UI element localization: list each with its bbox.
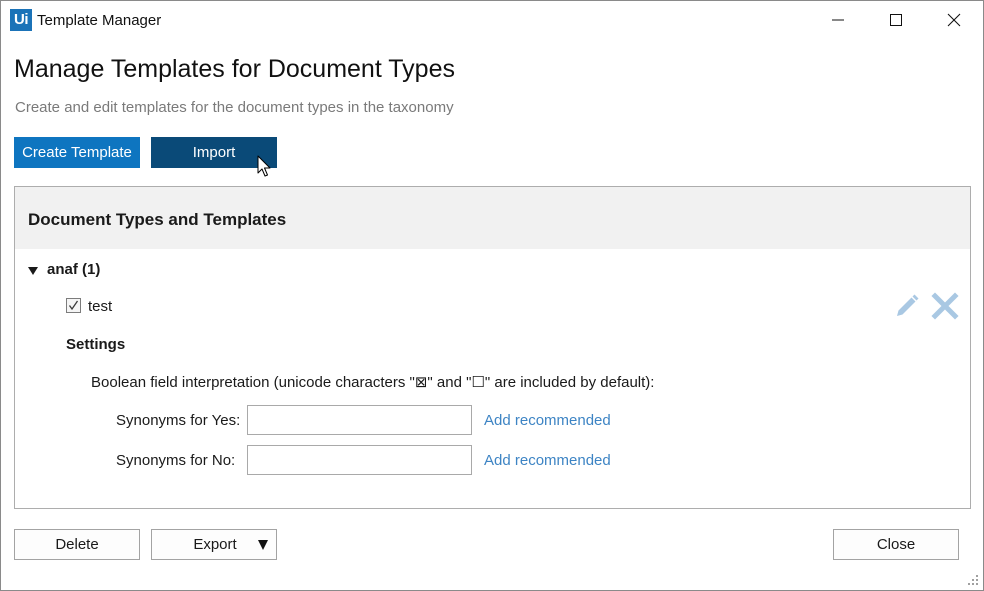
- settings-heading: Settings: [66, 336, 126, 353]
- resize-grip-icon[interactable]: [967, 574, 979, 586]
- title-bar: Ui Template Manager: [1, 1, 983, 39]
- add-recommended-yes-link[interactable]: Add recommended: [484, 412, 611, 429]
- document-types-panel: Document Types and Templates anaf (1) te…: [14, 186, 971, 509]
- delete-button[interactable]: Delete: [14, 529, 140, 560]
- minimize-icon: [832, 19, 844, 21]
- checkmark-icon: [68, 300, 79, 311]
- create-template-button[interactable]: Create Template: [14, 137, 140, 168]
- close-icon: [947, 13, 961, 27]
- collapse-arrow-icon[interactable]: [27, 265, 39, 277]
- window-close-button[interactable]: [925, 1, 983, 39]
- panel-title: Document Types and Templates: [28, 210, 287, 229]
- page-title: Manage Templates for Document Types: [14, 55, 455, 83]
- template-checkbox[interactable]: [66, 298, 81, 313]
- panel-header: Document Types and Templates: [15, 187, 970, 249]
- dropdown-arrow-icon: [258, 540, 268, 550]
- doc-type-node[interactable]: anaf (1): [47, 261, 100, 278]
- close-button[interactable]: Close: [833, 529, 959, 560]
- boolean-interpretation-label: Boolean field interpretation (unicode ch…: [91, 374, 655, 391]
- maximize-button[interactable]: [867, 1, 925, 39]
- page-subtitle: Create and edit templates for the docume…: [15, 99, 454, 116]
- app-logo: Ui: [10, 9, 32, 31]
- export-button[interactable]: Export: [151, 529, 277, 560]
- add-recommended-no-link[interactable]: Add recommended: [484, 452, 611, 469]
- minimize-button[interactable]: [809, 1, 867, 39]
- mouse-cursor-icon: [257, 155, 271, 177]
- synonyms-no-label: Synonyms for No:: [116, 452, 236, 469]
- maximize-icon: [890, 14, 902, 26]
- synonyms-no-input[interactable]: [247, 445, 472, 475]
- window-title: Template Manager: [37, 12, 162, 29]
- template-name[interactable]: test: [88, 298, 112, 315]
- synonyms-yes-input[interactable]: [247, 405, 472, 435]
- pencil-icon[interactable]: [893, 292, 921, 320]
- x-icon[interactable]: [931, 292, 959, 320]
- synonyms-yes-label: Synonyms for Yes:: [116, 412, 241, 429]
